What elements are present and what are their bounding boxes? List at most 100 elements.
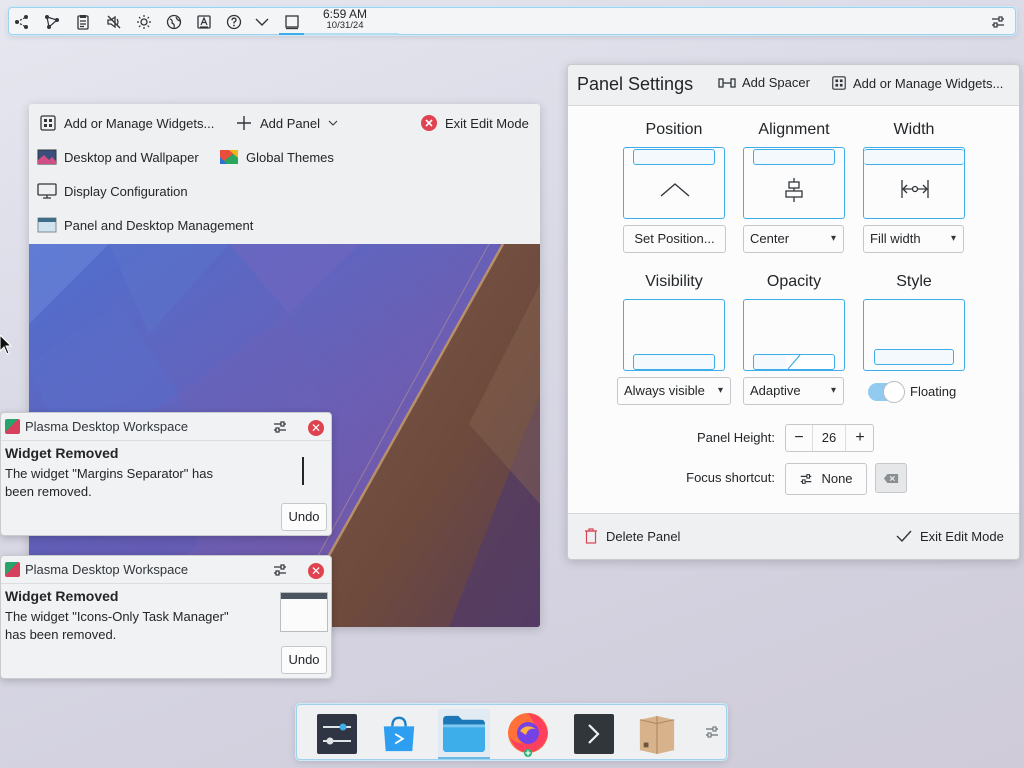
width-dropdown[interactable]: Fill width ▾ (863, 225, 964, 253)
undo-button[interactable]: Undo (281, 646, 327, 674)
terminal-launcher[interactable] (568, 709, 620, 759)
width-preview[interactable] (863, 147, 965, 219)
clear-shortcut-button[interactable] (875, 463, 907, 493)
system-settings-icon (317, 714, 357, 754)
alignment-dropdown[interactable]: Center ▾ (743, 225, 844, 253)
dock-configure-icon[interactable] (701, 721, 723, 743)
undo-button[interactable]: Undo (281, 503, 327, 531)
volume-muted-icon[interactable] (103, 11, 125, 33)
add-widgets-button[interactable]: Add or Manage Widgets... (39, 114, 214, 132)
panel-height-label: Panel Height: (696, 430, 775, 445)
top-panel: 6:59 AM 10/31/24 (8, 7, 1016, 35)
display-config-button[interactable]: Display Configuration (37, 182, 188, 200)
notification-app-name: Plasma Desktop Workspace (25, 419, 189, 434)
clipboard-icon[interactable] (72, 11, 94, 33)
floating-toggle[interactable] (868, 381, 905, 403)
panel-desktop-mgmt-button[interactable]: Panel and Desktop Management (37, 216, 253, 234)
help-icon[interactable] (223, 11, 245, 33)
widgets-grid-icon (832, 76, 846, 90)
package-box-icon (639, 715, 675, 754)
chevron-down-icon: ▾ (830, 385, 836, 396)
network-graph-icon[interactable] (41, 11, 63, 33)
notification-body: The widget "Icons-Only Task Manager" has… (5, 609, 229, 642)
discover-launcher[interactable] (373, 709, 425, 759)
file-manager-launcher[interactable] (438, 709, 490, 759)
notification-card: Plasma Desktop Workspace ✕ Widget Remove… (0, 555, 332, 679)
edit-mode-toolbox: Add or Manage Widgets... Add Panel Exit … (29, 104, 540, 627)
panel-height-value[interactable]: 26 (812, 425, 846, 451)
exit-edit-mode-button[interactable]: Exit Edit Mode (896, 528, 1004, 544)
width-label: Width (893, 121, 935, 138)
backspace-icon (883, 473, 899, 483)
exit-edit-mode-button[interactable]: Exit Edit Mode (420, 114, 529, 132)
desktop-wallpaper-button[interactable]: Desktop and Wallpaper (37, 148, 199, 166)
archive-manager-launcher[interactable] (631, 709, 683, 759)
panel-settings-body: Position Alignment Width Set Position...… (568, 105, 1019, 514)
checkmark-icon (896, 530, 912, 543)
delete-panel-button[interactable]: Delete Panel (584, 528, 680, 544)
notification-title: Widget Removed (5, 445, 119, 461)
firefox-launcher[interactable] (502, 709, 554, 759)
brightness-icon[interactable] (133, 11, 155, 33)
plus-icon (237, 116, 251, 130)
clock-date: 10/31/24 (326, 20, 364, 31)
global-themes-button[interactable]: Global Themes (219, 148, 334, 166)
digital-clock[interactable]: 6:59 AM 10/31/24 (311, 7, 379, 31)
globe-icon[interactable] (163, 11, 185, 33)
discover-store-icon (383, 716, 415, 752)
visibility-preview[interactable] (623, 299, 725, 371)
add-panel-label: Add Panel (260, 115, 320, 131)
opacity-dropdown[interactable]: Adaptive ▾ (743, 377, 844, 405)
notification-close-icon[interactable]: ✕ (308, 420, 324, 436)
desktop-wallpaper-label: Desktop and Wallpaper (64, 149, 199, 165)
add-panel-button[interactable]: Add Panel (235, 114, 339, 132)
plasma-app-icon (5, 562, 20, 577)
expand-tray-icon[interactable] (251, 11, 273, 33)
global-themes-label: Global Themes (246, 149, 334, 165)
notification-close-icon[interactable]: ✕ (308, 563, 324, 579)
notification-body: The widget "Margins Separator" has been … (5, 466, 213, 499)
floating-label: Floating (910, 384, 957, 399)
increase-height-button[interactable]: + (847, 425, 873, 451)
close-circle-icon (421, 115, 437, 131)
panel-management-icon (37, 217, 57, 233)
spacer-icon (718, 77, 736, 88)
terminal-icon (574, 714, 614, 754)
focus-shortcut-button[interactable]: None (785, 463, 867, 495)
alignment-preview[interactable] (743, 147, 845, 219)
notification-card: Plasma Desktop Workspace ✕ Widget Remove… (0, 412, 332, 536)
panel-configure-icon[interactable] (987, 11, 1009, 33)
shortcut-settings-icon (801, 474, 812, 484)
display-config-label: Display Configuration (64, 183, 188, 199)
show-desktop-icon[interactable] (281, 11, 303, 33)
input-method-icon[interactable] (193, 11, 215, 33)
graph-icon[interactable] (11, 11, 33, 33)
notification-settings-icon[interactable] (269, 416, 291, 438)
monitor-icon (37, 183, 57, 199)
alignment-value: Center (750, 231, 790, 246)
chevron-up-icon (660, 183, 690, 197)
folder-icon (443, 715, 485, 752)
add-spacer-button[interactable]: Add Spacer (718, 75, 810, 90)
visibility-dropdown[interactable]: Always visible ▾ (617, 377, 731, 405)
opacity-preview[interactable] (743, 299, 845, 371)
notification-settings-icon[interactable] (269, 559, 291, 581)
exit-edit-mode-label: Exit Edit Mode (445, 115, 529, 131)
add-widgets-label: Add or Manage Widgets... (853, 75, 1004, 91)
opacity-slash-icon (787, 354, 801, 370)
position-label: Position (645, 121, 703, 138)
add-widgets-label: Add or Manage Widgets... (64, 115, 215, 131)
notification-app-name: Plasma Desktop Workspace (25, 562, 189, 577)
decrease-height-button[interactable]: − (786, 425, 812, 451)
style-preview[interactable] (863, 299, 965, 371)
add-spacer-label: Add Spacer (742, 75, 810, 90)
clock-time: 6:59 AM (322, 7, 368, 21)
set-position-button[interactable]: Set Position... (623, 225, 726, 253)
task-manager-widget-thumbnail (280, 592, 328, 632)
style-label: Style (896, 273, 932, 290)
panel-height-spinbox[interactable]: − 26 + (785, 424, 874, 452)
system-settings-launcher[interactable] (311, 709, 363, 759)
add-widgets-button[interactable]: Add or Manage Widgets... (831, 75, 1003, 91)
firefox-icon (508, 713, 548, 757)
position-preview[interactable] (623, 147, 725, 219)
